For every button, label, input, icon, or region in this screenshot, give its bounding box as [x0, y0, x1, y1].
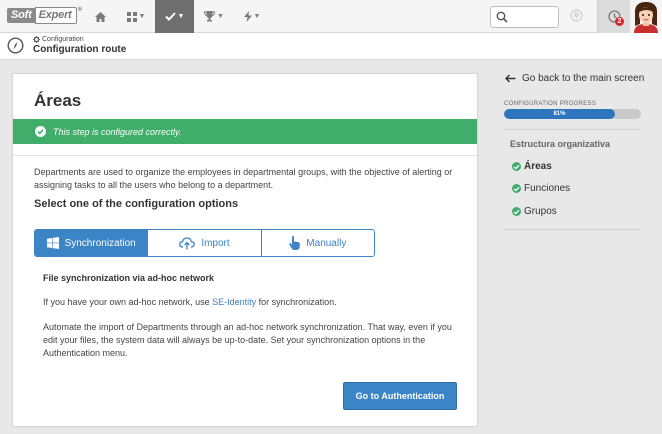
tab-label: Manually [306, 237, 347, 249]
divider [504, 229, 641, 230]
nav-actions[interactable]: ▼ [234, 0, 270, 33]
check-circle-icon [512, 162, 521, 171]
step-item-grupos[interactable]: Grupos [512, 206, 557, 217]
options-title: Select one of the configuration options [34, 198, 239, 210]
tab-label: Import [201, 237, 230, 249]
step-description: Departments are used to organize the emp… [34, 167, 453, 190]
chevron-down-icon: ▼ [253, 13, 261, 20]
step-item-funciones[interactable]: Funciones [512, 183, 570, 194]
grid-icon [126, 11, 137, 22]
nav-dashboards[interactable]: ▼ [118, 0, 154, 33]
step-label: Grupos [524, 206, 557, 217]
tab-label: Synchronization [64, 237, 136, 249]
tab-import[interactable]: Import [148, 230, 262, 256]
configuration-step-card: Áreas This step is configured correctly.… [12, 73, 478, 427]
notification-badge: 2 [615, 17, 624, 26]
notifications-button[interactable]: 2 [597, 0, 630, 33]
progress-label: CONFIGURATION PROGRESS [504, 101, 597, 107]
search-input[interactable] [490, 6, 559, 28]
page-title: Configuration route [33, 44, 127, 55]
section-title: Estructura organizativa [510, 139, 611, 149]
divider [13, 155, 477, 156]
nav-trophy[interactable]: ▼ [196, 0, 232, 33]
logo-text-expert: Expert [34, 7, 77, 24]
divider [504, 129, 641, 130]
nav-tasks[interactable]: ▼ [155, 0, 194, 33]
configuration-progress-bar: 81% [504, 109, 641, 119]
chevron-down-icon: ▼ [138, 13, 146, 20]
paragraph-text: If you have your own ad-hoc network, use [43, 297, 213, 307]
compass-icon [7, 37, 24, 59]
top-navigation-bar: Soft Expert ® ▼ ▼ ▼ ▼ 2 [0, 0, 662, 33]
go-to-authentication-button[interactable]: Go to Authentication [343, 382, 457, 410]
cloud-upload-icon [179, 236, 196, 249]
sync-section-title: File synchronization via ad-hoc network [43, 273, 215, 283]
nav-home[interactable] [88, 0, 112, 33]
check-circle-icon [512, 207, 521, 216]
breadcrumb-parent-label: Configuration [42, 36, 84, 43]
step-title: Áreas [34, 91, 82, 110]
avatar[interactable] [630, 0, 662, 33]
tab-synchronization[interactable]: Synchronization [35, 230, 149, 256]
progress-fill: 81% [504, 109, 615, 119]
breadcrumb: Configuration Configuration route [0, 33, 662, 60]
softexpert-logo[interactable]: Soft Expert ® [7, 7, 82, 24]
chevron-down-icon: ▼ [217, 13, 224, 20]
trophy-icon [204, 11, 216, 22]
sync-paragraph-2: Automate the import of Departments throu… [43, 322, 452, 358]
step-label: Áreas [524, 161, 552, 172]
check-circle-icon [35, 126, 46, 137]
success-alert: This step is configured correctly. [13, 119, 477, 144]
hand-pointer-icon [289, 236, 301, 250]
back-label: Go back to the main screen [522, 73, 645, 84]
breadcrumb-parent[interactable]: Configuration [33, 36, 84, 43]
windows-icon [46, 237, 59, 249]
paragraph-text: for synchronization. [256, 297, 337, 307]
search-icon [496, 11, 508, 23]
checkmark-icon [164, 12, 176, 21]
arrow-left-icon [505, 74, 516, 83]
sync-paragraph-1: If you have your own ad-hoc network, use… [43, 297, 337, 307]
se-identity-link[interactable]: SE-Identity [212, 297, 256, 307]
configuration-options-tabs: Synchronization Import Manually [34, 229, 375, 257]
back-to-main-screen-link[interactable]: Go back to the main screen [505, 73, 644, 84]
tab-manually[interactable]: Manually [261, 230, 374, 256]
logo-registered-mark: ® [77, 7, 82, 13]
logo-text-soft: Soft [7, 8, 35, 23]
step-item-areas[interactable]: Áreas [512, 161, 552, 172]
success-message: This step is configured correctly. [53, 126, 182, 137]
check-circle-icon [512, 184, 521, 193]
lightning-icon [243, 11, 252, 22]
chevron-down-icon: ▼ [177, 13, 185, 20]
gear-icon [33, 36, 40, 43]
pin-icon[interactable] [570, 9, 583, 27]
home-icon [94, 11, 106, 22]
step-label: Funciones [524, 183, 571, 194]
